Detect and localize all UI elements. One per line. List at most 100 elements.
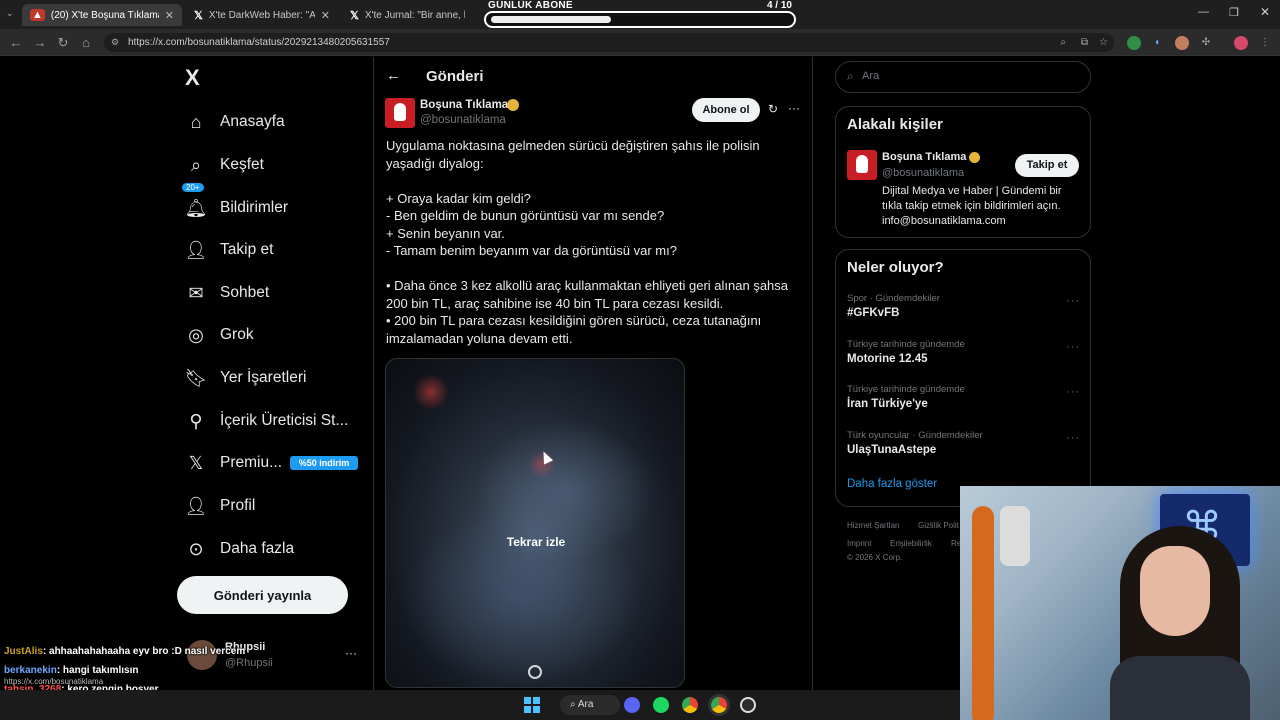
address-bar[interactable]: ⚙ https://x.com/bosunatiklama/status/202… (104, 33, 1114, 52)
show-more-link[interactable]: Daha fazla göster (847, 478, 937, 490)
nav-item-explore[interactable]: ⌕ Keşfet (186, 150, 264, 180)
maximize-icon[interactable]: ❐ (1229, 6, 1239, 19)
minimize-icon[interactable]: — (1198, 6, 1209, 18)
back-icon[interactable]: ← (8, 35, 24, 51)
status-url: https://x.com/bosunatiklama (4, 677, 104, 686)
related-name[interactable]: Boşuna Tıklama (882, 151, 966, 163)
audio-extension-icon[interactable]: ◖ (1150, 36, 1164, 50)
chat-username: berkanekin (4, 665, 57, 676)
trend-more-icon[interactable]: ··· (1066, 432, 1080, 444)
browser-tab-2[interactable]: 𝕏 X'te DarkWeb Haber: "Adana'd... ✕ (186, 4, 338, 26)
nav-item-bookmarks[interactable]: 🔖︎ Yer İşaretleri (185, 363, 307, 393)
post-text-line: Uygulama noktasına gelmeden sürücü değiş… (386, 138, 760, 153)
trend-more-icon[interactable]: ··· (1066, 386, 1080, 398)
bookmark-star-icon[interactable]: ☆ (1099, 33, 1108, 52)
post-text-line: imzalamadan yoluna devam etti. (386, 330, 573, 346)
follow-button[interactable]: Takip et (1015, 154, 1079, 177)
post-text-line: + Senin beyanın var. (386, 225, 505, 241)
subscribe-button[interactable]: Abone ol (692, 98, 760, 122)
nav-item-premium[interactable]: 𝕏 Premiu... (186, 448, 282, 478)
goal-progress-bar (484, 11, 796, 28)
trend-meta: Türkiye tarihinde gündemde (847, 339, 965, 350)
trend-more-icon[interactable]: ··· (1066, 341, 1080, 353)
post-more-icon[interactable]: ··· (788, 101, 800, 115)
replay-label[interactable]: Tekrar izle (496, 535, 576, 549)
browser-tab-3[interactable]: 𝕏 X'te Jurnal: "Bir anne, bebeğini... (342, 4, 482, 26)
trend-more-icon[interactable]: ··· (1066, 295, 1080, 307)
nav-item-chat[interactable]: ✉ Sohbet (186, 278, 269, 308)
menu-kebab-icon[interactable]: ⋮ (1258, 36, 1272, 50)
related-handle[interactable]: @bosunatiklama (882, 167, 964, 179)
video-player[interactable]: Tekrar izle (385, 358, 685, 688)
orange-tube-decoration (972, 506, 994, 720)
goal-title: GÜNLÜK ABONE (488, 0, 573, 11)
author-name[interactable]: Boşuna Tıklama (420, 99, 508, 111)
post-button[interactable]: Gönderi yayınla (177, 576, 348, 614)
zoom-icon[interactable]: ⌕ (1060, 33, 1066, 52)
back-arrow-icon[interactable]: ← (386, 67, 401, 84)
chrome-active-icon[interactable] (711, 697, 727, 713)
grok-action-icon[interactable]: ↻ (768, 102, 778, 116)
footer-imprint[interactable]: Imprint (847, 539, 871, 548)
tab-close-icon[interactable]: ✕ (165, 9, 174, 22)
author-avatar[interactable] (385, 98, 415, 128)
trend-title: UlaşTunaAstepe (847, 444, 937, 456)
footer-terms[interactable]: Hizmet Şartları (847, 521, 900, 530)
verified-badge-icon (969, 152, 980, 163)
account-more-icon[interactable]: ··· (345, 646, 357, 660)
trends-panel (835, 249, 1091, 507)
premium-discount-badge[interactable]: %50 indirim (290, 456, 358, 470)
nav-item-follow[interactable]: 👤︎ Takip et (185, 235, 274, 265)
nav-item-grok[interactable]: ◎ Grok (186, 320, 253, 350)
tab-search-icon[interactable]: ⌄ (6, 8, 18, 20)
chrome-icon[interactable] (682, 697, 698, 713)
chat-text: : ahhaahahahaaha eyv bro :D nasıl vercem (42, 646, 246, 657)
chat-message: berkanekin: hangi takımlısın (4, 665, 139, 676)
obs-icon[interactable] (740, 697, 756, 713)
related-avatar[interactable] (847, 150, 877, 180)
forward-icon[interactable]: → (32, 35, 48, 51)
nav-item-profile[interactable]: 👤︎ Profil (185, 491, 256, 521)
extension-icon[interactable] (1175, 36, 1189, 50)
discord-icon[interactable] (624, 697, 640, 713)
post-text-line: • Daha önce 3 kez alkollü araç kullanmak… (386, 278, 789, 293)
tab-close-icon[interactable]: ✕ (321, 9, 330, 22)
trend-meta: Spor · Gündemdekiler (847, 293, 940, 304)
tab-label: (20) X'te Boşuna Tıklama: "Uyg... (50, 9, 159, 21)
nav-label: Profil (220, 497, 256, 514)
site-info-icon[interactable]: ⚙ (111, 33, 119, 52)
reload-icon[interactable]: ↻ (55, 35, 71, 51)
nav-item-creator[interactable]: ⚲ İçerik Üreticisi St... (186, 406, 348, 436)
search-box[interactable]: ⌕ Ara (835, 61, 1091, 93)
spotify-icon[interactable] (653, 697, 669, 713)
chat-username: JustAlis (4, 646, 43, 657)
nav-label: Anasayfa (220, 113, 285, 130)
x-favicon-icon: ▲ (30, 9, 45, 21)
x-logo[interactable]: X (185, 65, 200, 91)
nav-item-more[interactable]: ⊙ Daha fazla (186, 534, 294, 564)
windows-taskbar (0, 690, 960, 720)
search-placeholder: Ara (862, 70, 880, 82)
windows-start-icon[interactable] (524, 697, 540, 713)
puzzle-icon[interactable]: ✣ (1199, 36, 1213, 50)
trend-title: Motorine 12.45 (847, 353, 928, 365)
trend-title: #GFKvFB (847, 307, 900, 319)
nav-item-notifications[interactable]: 🔔︎ Bildirimler (185, 193, 288, 223)
home-browser-icon[interactable]: ⌂ (78, 35, 94, 51)
browser-tab-1[interactable]: ▲ (20) X'te Boşuna Tıklama: "Uyg... ✕ (22, 4, 182, 26)
post-text-line: + Oraya kadar kim geldi? (386, 190, 531, 206)
author-handle[interactable]: @bosunatiklama (420, 114, 506, 126)
nav-item-home[interactable]: ⌂ Anasayfa (186, 107, 285, 137)
watermark-logo-icon (528, 665, 542, 679)
footer-accessibility[interactable]: Erişilebilirlik (890, 539, 932, 548)
close-window-icon[interactable]: ✕ (1260, 5, 1270, 19)
cast-icon[interactable]: ⧉ (1081, 33, 1088, 52)
footer-privacy[interactable]: Gizlilik Polit (918, 521, 959, 530)
profile-avatar-icon[interactable] (1234, 36, 1248, 50)
taskbar-search[interactable]: ⌕ Ara (560, 695, 620, 715)
hand-cursor-logo-icon (394, 103, 406, 121)
trend-meta: Türk oyuncular · Gündemdekiler (847, 430, 983, 441)
shield-extension-icon[interactable] (1127, 36, 1141, 50)
nav-label: Yer İşaretleri (220, 369, 307, 386)
streamer-face (1140, 546, 1210, 636)
